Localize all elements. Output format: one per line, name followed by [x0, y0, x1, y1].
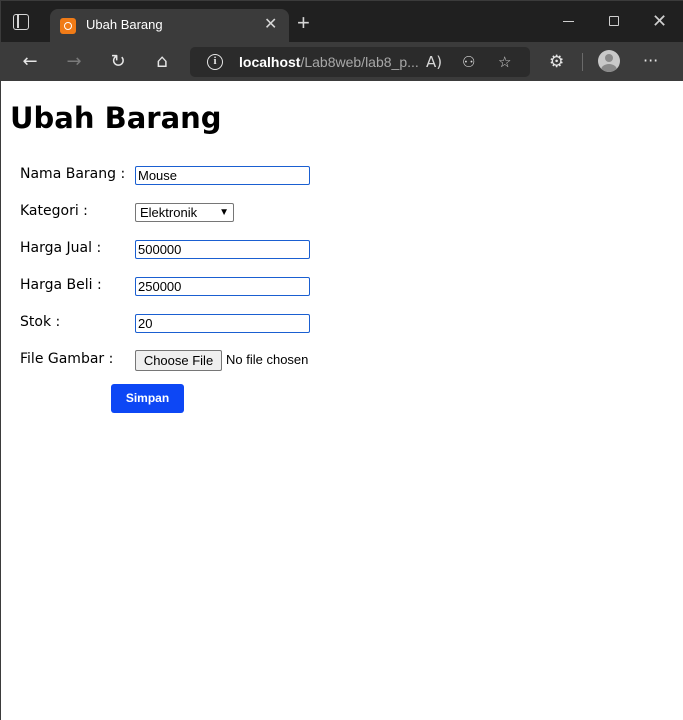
- info-icon[interactable]: i: [207, 54, 223, 70]
- forward-arrow-icon[interactable]: →: [61, 49, 87, 75]
- stok-label: Stok :: [20, 314, 61, 330]
- file-status-text: No file chosen: [226, 352, 309, 367]
- back-arrow-icon[interactable]: ←: [17, 49, 43, 75]
- tab-title: Ubah Barang: [86, 17, 163, 32]
- nama-barang-input[interactable]: [135, 166, 310, 185]
- tab-close-icon[interactable]: ✕: [264, 15, 277, 35]
- choose-file-button[interactable]: Choose File: [135, 350, 222, 371]
- url-path: /Lab8web/lab8_p...: [300, 54, 419, 70]
- harga-jual-label: Harga Jual :: [20, 240, 102, 256]
- simpan-button[interactable]: Simpan: [111, 384, 184, 413]
- address-bar[interactable]: i localhost/Lab8web/lab8_p... A) ⚇ ☆: [190, 47, 530, 77]
- permissions-icon[interactable]: ⚇: [462, 52, 475, 72]
- xampp-favicon-icon: [60, 18, 76, 34]
- tab-bar: Ubah Barang ✕ + ✕: [1, 1, 683, 42]
- tab-actions-icon[interactable]: [13, 14, 29, 30]
- harga-beli-label: Harga Beli :: [20, 277, 102, 293]
- kategori-label: Kategori :: [20, 203, 88, 219]
- chevron-down-icon: ▼: [219, 207, 229, 218]
- add-favorite-icon[interactable]: ☆: [498, 52, 511, 72]
- page-content: Ubah Barang Nama Barang : Kategori : Ele…: [1, 81, 683, 720]
- stok-input[interactable]: [135, 314, 310, 333]
- tab-ubah-barang[interactable]: Ubah Barang ✕: [50, 9, 289, 42]
- more-menu-icon[interactable]: ···: [643, 50, 658, 72]
- harga-beli-input[interactable]: [135, 277, 310, 296]
- kategori-selected-value: Elektronik: [140, 205, 198, 220]
- maximize-icon[interactable]: [609, 16, 619, 26]
- home-icon[interactable]: ⌂: [149, 49, 175, 75]
- window-close-icon[interactable]: ✕: [652, 10, 667, 32]
- browser-window: Ubah Barang ✕ + ✕ ← → ↻ ⌂ i localhost/La…: [0, 0, 683, 720]
- url-text[interactable]: localhost/Lab8web/lab8_p...: [239, 54, 419, 70]
- extensions-icon[interactable]: ⚙: [549, 52, 564, 72]
- kategori-select[interactable]: Elektronik ▼: [135, 203, 234, 222]
- new-tab-icon[interactable]: +: [297, 12, 310, 34]
- file-gambar-label: File Gambar :: [20, 351, 114, 367]
- profile-avatar-icon[interactable]: [598, 50, 620, 72]
- nama-barang-label: Nama Barang :: [20, 166, 126, 182]
- page-title: Ubah Barang: [10, 101, 222, 135]
- harga-jual-input[interactable]: [135, 240, 310, 259]
- navigation-bar: ← → ↻ ⌂ i localhost/Lab8web/lab8_p... A)…: [1, 42, 683, 81]
- toolbar-divider: [582, 53, 583, 71]
- url-host: localhost: [239, 54, 301, 70]
- refresh-icon[interactable]: ↻: [105, 49, 131, 75]
- read-aloud-icon[interactable]: A): [426, 52, 442, 72]
- minimize-icon[interactable]: [563, 21, 574, 22]
